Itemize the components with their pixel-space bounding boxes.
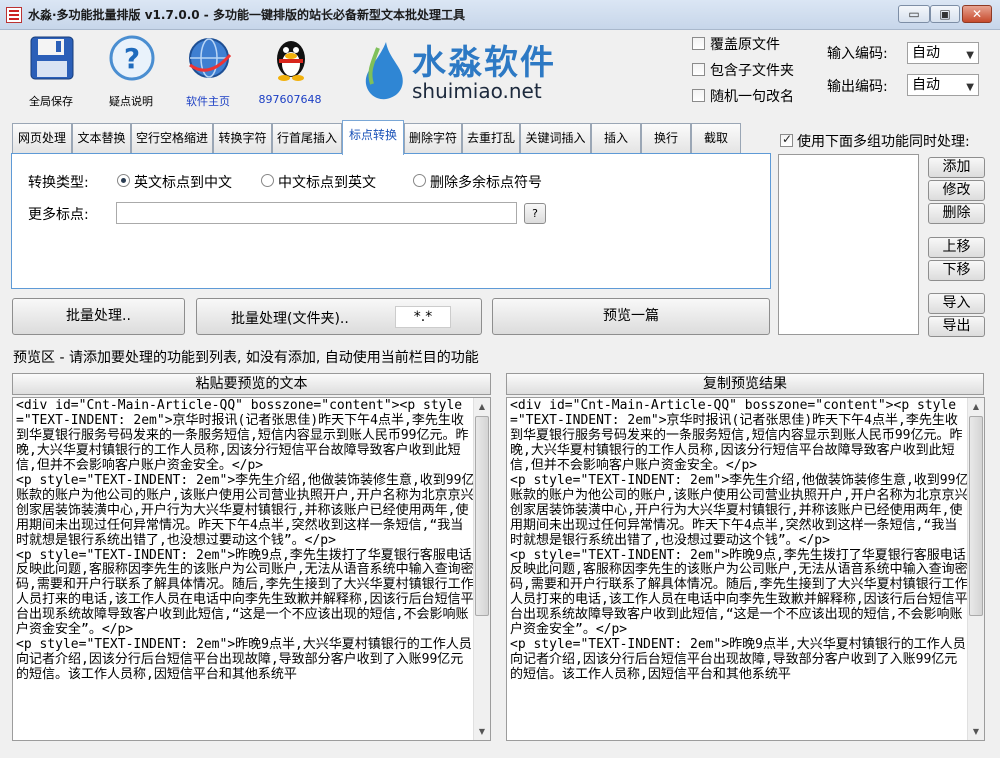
scroll-down-icon[interactable]: ▼: [968, 723, 984, 740]
random-rename-label: 随机一句改名: [710, 89, 794, 105]
chevron-down-icon: ▼: [966, 50, 974, 61]
tab-panel-punctuation: 转换类型: 英文标点到中文 中文标点到英文 删除多余标点符号 更多标点: ?: [11, 153, 771, 289]
output-encoding-select[interactable]: 自动 ▼: [907, 74, 979, 96]
scroll-thumb[interactable]: [475, 416, 489, 616]
qq-number-link[interactable]: 897607648: [254, 93, 326, 106]
more-punctuation-input[interactable]: [116, 202, 517, 224]
file-filter-input[interactable]: *.*: [395, 306, 451, 328]
radio-cn-to-en-label: 中文标点到英文: [278, 175, 376, 191]
tab-convert-chars[interactable]: 转换字符: [213, 123, 272, 153]
output-encoding-value: 自动: [912, 77, 940, 93]
multi-group-label: 使用下面多组功能同时处理:: [797, 134, 970, 150]
toolbar-label: 疑点说明: [109, 95, 153, 108]
toolbar-label: 全局保存: [29, 95, 73, 108]
input-encoding-value: 自动: [912, 45, 940, 61]
qq-penguin-icon: [277, 41, 305, 81]
scroll-thumb[interactable]: [969, 416, 983, 616]
tab-web-processing[interactable]: 网页处理: [12, 123, 72, 153]
source-scrollbar[interactable]: ▲ ▼: [473, 398, 490, 740]
radio-cn-to-en[interactable]: [261, 174, 274, 187]
batch-folder-label: 批量处理(文件夹)..: [231, 311, 349, 327]
radio-en-to-cn-label: 英文标点到中文: [134, 175, 232, 191]
help-notes-button[interactable]: ? 疑点说明: [95, 33, 167, 113]
tab-line-break[interactable]: 换行: [641, 123, 691, 153]
batch-process-button[interactable]: 批量处理..: [12, 298, 185, 335]
preview-hint: 预览区 - 请添加要处理的功能到列表, 如没有添加, 自动使用当前栏目的功能: [13, 350, 479, 366]
chevron-down-icon: ▼: [966, 82, 974, 93]
delete-button[interactable]: 删除: [928, 203, 985, 224]
tab-text-replace[interactable]: 文本替换: [72, 123, 131, 153]
move-down-button[interactable]: 下移: [928, 260, 985, 281]
logo-domain: shuimiao.net: [412, 79, 542, 103]
radio-en-to-cn[interactable]: [117, 174, 130, 187]
input-encoding-select[interactable]: 自动 ▼: [907, 42, 979, 64]
more-punctuation-label: 更多标点:: [28, 207, 89, 223]
water-drop-logo-icon: [365, 42, 403, 100]
close-button[interactable]: ✕: [962, 5, 992, 23]
overwrite-checkbox[interactable]: [692, 37, 705, 50]
window-title: 水淼·多功能批量排版 v1.7.0.0 - 多功能一键排版的站长必备新型文本批处…: [28, 8, 465, 22]
qq-contact-button[interactable]: 897607648: [254, 33, 326, 113]
global-save-button[interactable]: 全局保存: [15, 33, 87, 113]
output-encoding-label: 输出编码:: [827, 79, 888, 95]
result-textarea[interactable]: <div id="Cnt-Main-Article-QQ" bosszone="…: [506, 397, 985, 741]
tab-insert[interactable]: 插入: [591, 123, 641, 153]
tab-extract[interactable]: 截取: [691, 123, 741, 153]
minimize-icon: ▭: [908, 7, 920, 21]
globe-icon: [189, 38, 232, 78]
convert-type-label: 转换类型:: [28, 175, 89, 191]
add-button[interactable]: 添加: [928, 157, 985, 178]
floppy-disk-icon: [30, 36, 74, 80]
include-subfolders-checkbox[interactable]: [692, 63, 705, 76]
move-up-button[interactable]: 上移: [928, 237, 985, 258]
source-textarea[interactable]: <div id="Cnt-Main-Article-QQ" bosszone="…: [12, 397, 491, 741]
input-encoding-label: 输入编码:: [827, 46, 888, 62]
tab-blank-lines-indent[interactable]: 空行空格缩进: [131, 123, 213, 153]
logo-text: 水淼软件: [412, 43, 556, 83]
help-icon: ?: [109, 35, 155, 81]
more-punctuation-help-button[interactable]: ?: [524, 203, 546, 224]
scroll-up-icon[interactable]: ▲: [968, 398, 984, 415]
batch-folder-button[interactable]: 批量处理(文件夹).. *.*: [196, 298, 482, 335]
copy-result-header[interactable]: 复制预览结果: [506, 373, 984, 395]
result-scrollbar[interactable]: ▲ ▼: [967, 398, 984, 740]
source-text: <div id="Cnt-Main-Article-QQ" bosszone="…: [16, 398, 475, 683]
radio-remove-extra[interactable]: [413, 174, 426, 187]
minimize-button[interactable]: ▭: [898, 5, 930, 23]
scroll-up-icon[interactable]: ▲: [474, 398, 490, 415]
tab-line-insert[interactable]: 行首尾插入: [272, 123, 342, 153]
preview-one-button[interactable]: 预览一篇: [492, 298, 770, 335]
multi-group-checkbox[interactable]: [780, 132, 793, 147]
export-button[interactable]: 导出: [928, 316, 985, 337]
close-icon: ✕: [971, 7, 983, 21]
svg-text:?: ?: [124, 42, 140, 75]
edit-button[interactable]: 修改: [928, 180, 985, 201]
overwrite-label: 覆盖原文件: [710, 37, 780, 53]
result-text: <div id="Cnt-Main-Article-QQ" bosszone="…: [510, 398, 969, 683]
tab-delete-chars[interactable]: 删除字符: [404, 123, 462, 153]
include-subfolders-label: 包含子文件夹: [710, 63, 794, 79]
status-bar: [0, 742, 1000, 758]
title-bar: 水淼·多功能批量排版 v1.7.0.0 - 多功能一键排版的站长必备新型文本批处…: [0, 0, 1000, 30]
function-list[interactable]: [778, 154, 919, 335]
tab-dedupe-shuffle[interactable]: 去重打乱: [462, 123, 520, 153]
homepage-link[interactable]: 软件主页: [172, 93, 244, 109]
maximize-icon: ▣: [939, 7, 951, 21]
homepage-button[interactable]: 软件主页: [172, 33, 244, 113]
paste-text-header[interactable]: 粘贴要预览的文本: [12, 373, 491, 395]
maximize-button[interactable]: ▣: [930, 5, 960, 23]
tab-keyword-insert[interactable]: 关键词插入: [520, 123, 591, 153]
random-rename-checkbox[interactable]: [692, 89, 705, 102]
scroll-down-icon[interactable]: ▼: [474, 723, 490, 740]
radio-remove-extra-label: 删除多余标点符号: [430, 175, 542, 191]
app-icon: [6, 7, 22, 23]
import-button[interactable]: 导入: [928, 293, 985, 314]
tab-punctuation-convert[interactable]: 标点转换: [342, 120, 404, 155]
